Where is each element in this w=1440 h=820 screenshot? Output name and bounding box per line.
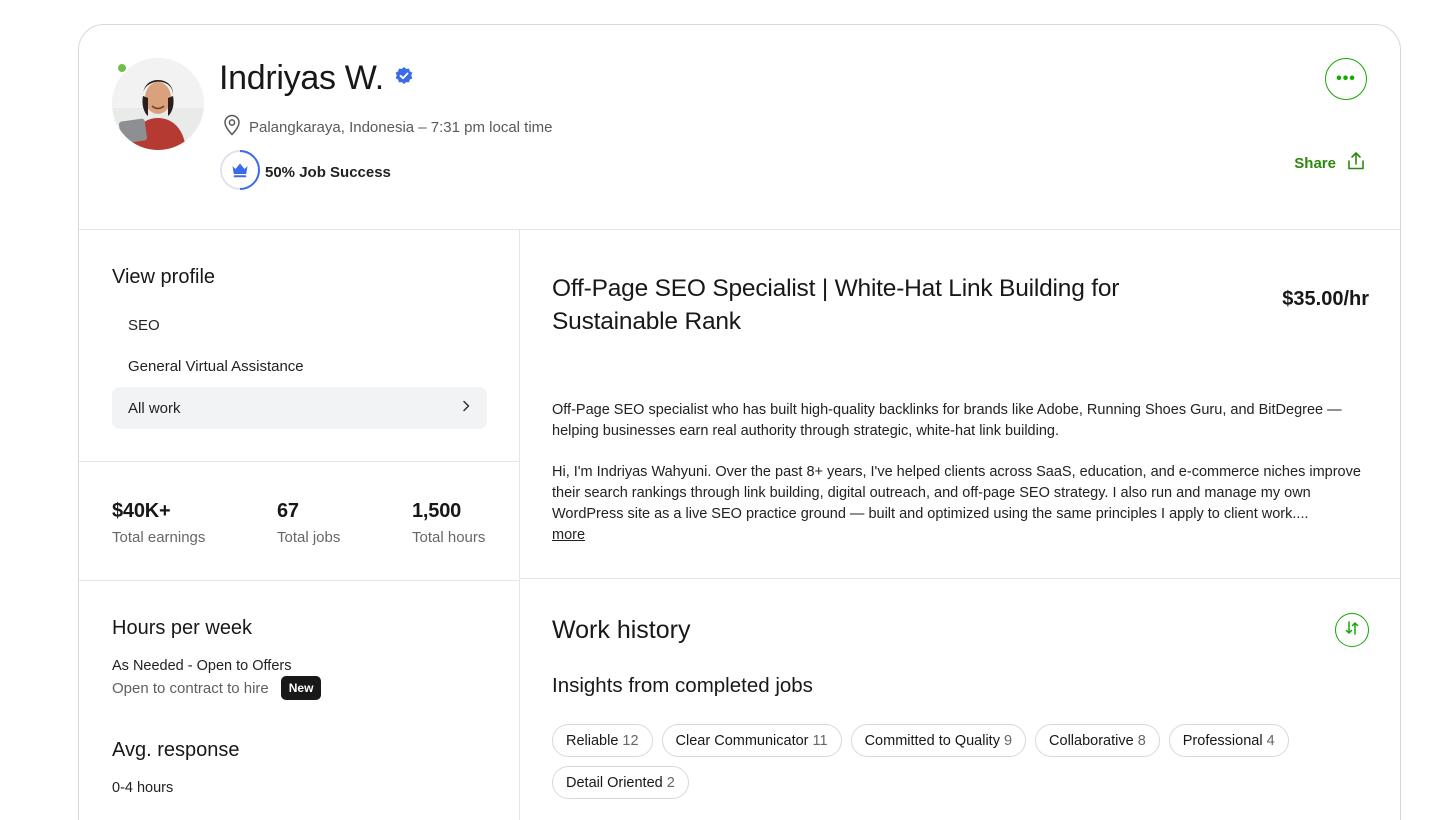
insight-chips: Reliable 12 Clear Communicator 11 Committe… — [552, 724, 1332, 799]
job-success-row[interactable]: 50% Job Success — [219, 149, 391, 196]
availability-section: Hours per week As Needed - Open to Offer… — [79, 581, 520, 820]
avg-response-value: 0-4 hours — [112, 780, 174, 796]
profile-overview: Off-Page SEO specialist who has built hi… — [552, 400, 1372, 546]
hours-per-week-title: Hours per week — [112, 617, 253, 639]
divider — [520, 578, 1400, 579]
job-success-label: 50% Job Success — [265, 164, 391, 181]
insight-chip-collaborative[interactable]: Collaborative 8 — [1035, 724, 1160, 757]
insight-chip-reliable[interactable]: Reliable 12 — [552, 724, 653, 757]
insight-chip-clear-communicator[interactable]: Clear Communicator 11 — [661, 724, 842, 757]
location-text: Palangkaraya, Indonesia – 7:31 pm local … — [249, 118, 553, 136]
avatar — [112, 58, 204, 150]
chip-count: 8 — [1137, 732, 1146, 749]
chip-count: 9 — [1003, 732, 1013, 749]
profile-item-label: SEO — [128, 316, 160, 334]
chip-count: 11 — [812, 732, 828, 749]
overview-paragraph-text: Hi, I'm Indriyas Wahyuni. Over the past … — [552, 464, 1361, 522]
location-row: Palangkaraya, Indonesia – 7:31 pm local … — [223, 114, 553, 140]
stat-label: Total hours — [412, 529, 486, 546]
crown-icon — [219, 149, 261, 196]
view-profile-title: View profile — [112, 266, 216, 288]
share-icon — [1346, 151, 1366, 175]
insights-title: Insights from completed jobs — [552, 674, 813, 697]
avg-response-title: Avg. response — [112, 739, 240, 761]
share-label: Share — [1294, 154, 1336, 172]
chip-label: Collaborative — [1049, 732, 1134, 749]
more-link[interactable]: more — [552, 527, 585, 543]
profile-header: Indriyas W. Palangkaraya, Indonesia – 7:… — [79, 25, 1400, 230]
main-content: Off-Page SEO Specialist | White-Hat Link… — [520, 230, 1400, 820]
overview-paragraph: Off-Page SEO specialist who has built hi… — [552, 402, 1342, 439]
left-sidebar: View profile SEO General Virtual Assista… — [79, 230, 520, 820]
sort-button[interactable] — [1335, 613, 1369, 647]
chip-label: Reliable — [566, 732, 619, 749]
verified-badge-icon — [394, 66, 414, 91]
stat-label: Total jobs — [277, 529, 341, 546]
chip-count: 12 — [622, 732, 639, 749]
chip-count: 4 — [1266, 732, 1275, 749]
chip-label: Professional — [1182, 732, 1263, 749]
new-badge: New — [280, 676, 322, 700]
insight-chip-professional[interactable]: Professional 4 — [1168, 724, 1289, 757]
stat-total-jobs: 67 Total jobs — [277, 500, 340, 546]
profile-item-label: All work — [128, 399, 181, 417]
share-button[interactable]: Share — [1294, 151, 1366, 175]
freelancer-name: Indriyas W. — [219, 59, 384, 97]
profile-item-virtual-assistance[interactable]: General Virtual Assistance — [112, 345, 487, 387]
stat-total-earnings: $40K+ Total earnings — [112, 500, 205, 546]
name-row: Indriyas W. — [219, 59, 414, 98]
profile-item-all-work[interactable]: All work — [112, 387, 487, 429]
profile-item-label: General Virtual Assistance — [128, 357, 304, 375]
sort-icon — [1344, 620, 1360, 641]
online-status-dot — [116, 62, 128, 74]
job-title: Off-Page SEO Specialist | White-Hat Link… — [552, 275, 1120, 335]
more-options-button[interactable]: ••• — [1325, 58, 1367, 100]
overview-paragraph: Hi, I'm Indriyas Wahyuni. Over the past … — [552, 462, 1372, 546]
profile-item-seo[interactable]: SEO — [112, 304, 487, 346]
chip-count: 2 — [666, 774, 675, 791]
chip-label: Detail Oriented — [566, 774, 663, 791]
contract-to-hire-text: Open to contract to hire — [112, 679, 269, 697]
chip-label: Committed to Quality — [864, 732, 1000, 749]
view-profile-section: View profile SEO General Virtual Assista… — [79, 230, 520, 462]
work-history-title: Work history — [552, 616, 691, 644]
stat-label: Total earnings — [112, 529, 206, 546]
stat-value: $40K+ — [112, 500, 171, 522]
contract-to-hire-row: Open to contract to hire New — [112, 676, 322, 700]
insight-chip-detail-oriented[interactable]: Detail Oriented 2 — [552, 766, 689, 799]
stat-value: 1,500 — [412, 500, 462, 522]
hourly-rate: $35.00/hr — [1282, 288, 1369, 310]
stat-value: 67 — [277, 500, 299, 522]
more-icon: ••• — [1336, 70, 1356, 87]
stat-total-hours: 1,500 Total hours — [412, 500, 485, 546]
stats-section: $40K+ Total earnings 67 Total jobs 1,500… — [79, 462, 520, 581]
insight-chip-committed-to-quality[interactable]: Committed to Quality 9 — [850, 724, 1027, 757]
location-pin-icon — [223, 114, 241, 140]
hours-per-week-value: As Needed - Open to Offers — [112, 658, 292, 674]
chip-label: Clear Communicator — [675, 732, 809, 749]
profile-card: Indriyas W. Palangkaraya, Indonesia – 7:… — [78, 24, 1401, 820]
